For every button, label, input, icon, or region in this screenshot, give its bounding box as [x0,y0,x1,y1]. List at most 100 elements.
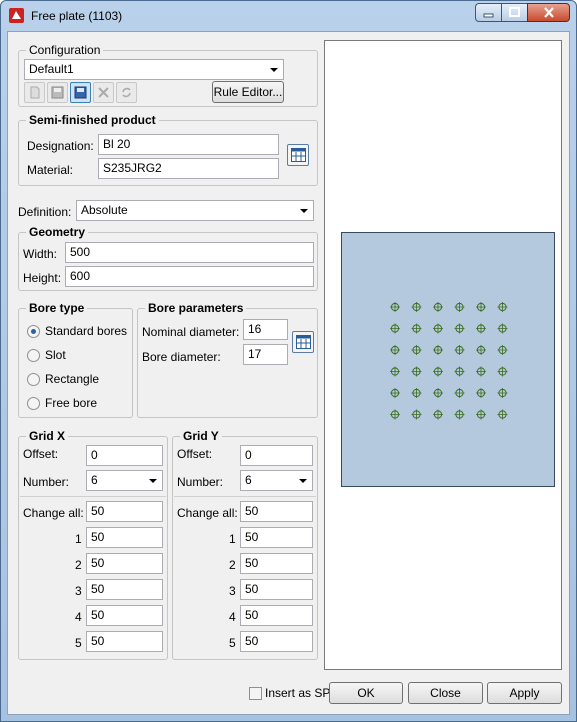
radio-indicator [27,396,40,410]
table-icon [290,148,306,162]
definition-value: Absolute [81,203,128,217]
offset-label: Offset: [177,447,213,461]
configuration-group: Configuration Default1 Rule Editor... [18,43,318,107]
bore-catalog-button[interactable] [292,331,314,353]
bore-marker [390,366,400,377]
bore-type-group: Bore type Standard bores Slot Rectangle … [18,301,133,418]
grid-y-offset-field[interactable]: 0 [240,445,313,466]
bore-marker [497,409,508,420]
bore-marker [390,388,400,398]
new-config-button[interactable] [24,82,45,103]
semi-finished-title: Semi-finished product [26,113,159,127]
radio-label: Free bore [45,396,98,410]
grid-y-number-select[interactable]: 6 [240,470,313,491]
bore-diameter-label: Bore diameter: [142,350,221,364]
catalog-button[interactable] [287,144,309,166]
grid-x-title: Grid X [26,429,69,443]
grid-y-change-all-field[interactable]: 50 [240,501,313,522]
grid-y-title: Grid Y [180,429,222,443]
bore-marker [497,323,508,334]
bore-marker [454,345,465,355]
maximize-button[interactable] [501,3,528,22]
grid-x-offset-field[interactable]: 0 [86,445,163,466]
close-button[interactable]: Close [408,682,483,704]
chevron-down-icon [149,479,157,483]
bore-marker [476,345,486,355]
height-label: Height: [23,271,62,285]
bore-marker [411,409,422,420]
save-config-button[interactable] [47,82,68,103]
material-label: Material: [27,163,74,177]
grid-x-spacing-field[interactable]: 50 [86,553,163,574]
grid-x-spacing-field[interactable]: 50 [86,527,163,548]
change-all-label: Change all: [23,506,84,520]
radio-indicator [27,348,40,362]
chevron-down-icon [300,209,308,213]
radio-label: Standard bores [45,324,128,338]
grid-x-spacing-field[interactable]: 50 [86,579,163,600]
save-as-config-button[interactable] [70,82,91,103]
bore-marker [476,366,486,377]
bore-marker [433,323,443,334]
window-title: Free plate (1103) [31,9,123,23]
number-value: 6 [245,473,252,487]
insert-as-sp-label: Insert as SP [265,686,331,700]
bore-marker [411,388,422,398]
grid-x-change-all-field[interactable]: 50 [86,501,163,522]
geometry-title: Geometry [26,225,89,239]
minimize-button[interactable] [475,3,502,22]
dialog-client-area: Configuration Default1 Rule Editor... Se… [7,31,570,715]
grid-x-spacing-field[interactable]: 50 [86,631,163,652]
insert-as-sp-checkbox[interactable] [249,687,262,700]
grid-y-spacing-field[interactable]: 50 [240,579,313,600]
grid-y-spacing-field[interactable]: 50 [240,553,313,574]
grid-y-spacing-field[interactable]: 50 [240,631,313,652]
close-window-button[interactable] [527,3,570,22]
definition-select[interactable]: Absolute [76,200,314,221]
designation-label: Designation: [27,139,94,153]
bore-marker [497,345,508,355]
bore-type-title: Bore type [26,301,88,315]
ok-button[interactable]: OK [329,682,403,704]
apply-button[interactable]: Apply [487,682,562,704]
refresh-icon [122,87,131,98]
radio-slot[interactable]: Slot [27,348,66,362]
nominal-diameter-field[interactable]: 16 [243,319,288,340]
radio-indicator [27,372,40,386]
table-icon [295,335,311,349]
radio-rectangle[interactable]: Rectangle [27,372,99,386]
bore-marker [497,366,508,377]
radio-standard-bores[interactable]: Standard bores [27,324,127,338]
divider [174,496,316,497]
dialog-window: Free plate (1103) Configuration Default1 [0,0,577,722]
height-field[interactable]: 600 [65,266,314,287]
bore-marker [411,302,422,312]
bore-marker [390,302,400,312]
material-field[interactable]: S235JRG2 [98,158,279,179]
configuration-value: Default1 [29,62,74,76]
bore-marker [476,409,486,420]
bore-marker [476,302,486,312]
row-index: 3 [75,584,82,598]
bore-grid [390,302,508,420]
grid-y-spacing-field[interactable]: 50 [240,605,313,626]
refresh-config-button[interactable] [116,82,137,103]
radio-free-bore[interactable]: Free bore [27,396,97,410]
bore-marker [497,302,508,312]
bore-marker [411,323,422,334]
title-bar[interactable]: Free plate (1103) [1,1,576,31]
bore-marker [497,388,508,398]
bore-diameter-field[interactable]: 17 [243,344,288,365]
configuration-select[interactable]: Default1 [24,59,284,80]
grid-x-spacing-field[interactable]: 50 [86,605,163,626]
delete-config-button[interactable] [93,82,114,103]
plate-preview [341,232,555,487]
grid-y-spacing-field[interactable]: 50 [240,527,313,548]
width-field[interactable]: 500 [65,242,314,263]
radio-label: Slot [45,348,66,362]
grid-x-number-select[interactable]: 6 [86,470,163,491]
bore-marker [454,388,465,398]
bore-marker [433,388,443,398]
designation-field[interactable]: Bl 20 [98,134,279,155]
rule-editor-button[interactable]: Rule Editor... [212,81,284,103]
